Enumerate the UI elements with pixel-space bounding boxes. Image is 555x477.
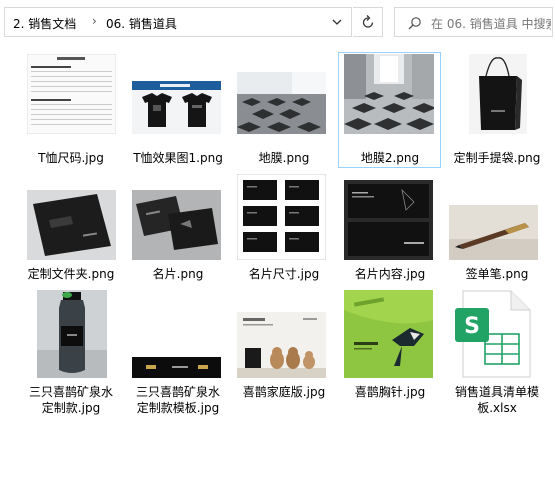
- breadcrumb-sales-props[interactable]: 06. 销售道具: [106, 15, 177, 32]
- business-card-thumbnail: [132, 190, 221, 260]
- file-name: 喜鹊家庭版.jpg: [242, 385, 326, 399]
- water-label-thumbnail: [132, 357, 221, 378]
- file-name: 地膜2.png: [360, 151, 420, 165]
- tshirt-mockup-thumbnail: [132, 81, 221, 134]
- magpie-pin-thumbnail: [344, 290, 433, 378]
- magpie-family-thumbnail: [237, 312, 326, 378]
- file-name: 三只喜鹊矿泉水 定制款.jpg: [16, 384, 126, 416]
- breadcrumb-sales-docs[interactable]: 2. 销售文档: [13, 15, 76, 32]
- floor-mat-thumbnail: [237, 72, 326, 134]
- file-name: 喜鹊胸针.jpg: [354, 385, 426, 399]
- handbag-thumbnail: [469, 54, 527, 134]
- file-name-line1: 销售道具清单模: [454, 385, 539, 399]
- file-name-line2: 板.xlsx: [477, 401, 517, 415]
- folder-thumbnail: [27, 190, 116, 260]
- tshirt-size-thumbnail: [27, 54, 116, 134]
- file-name: T恤尺码.jpg: [38, 151, 104, 165]
- file-name: 销售道具清单模 板.xlsx: [442, 384, 552, 416]
- file-name-line1: 三只喜鹊矿泉水: [135, 385, 220, 399]
- file-name-line2: 定制款模板.jpg: [136, 401, 220, 415]
- chevron-down-icon[interactable]: [330, 15, 344, 29]
- card-size-thumbnail: [237, 174, 326, 260]
- file-name: 地膜.png: [258, 151, 310, 165]
- address-bar[interactable]: 2. 销售文档 › 06. 销售道具: [4, 7, 352, 37]
- file-name: 名片尺寸.jpg: [248, 267, 320, 281]
- search-input[interactable]: 在 06. 销售道具 中搜索: [431, 15, 551, 32]
- refresh-icon: [362, 15, 374, 28]
- file-name: 名片.png: [152, 267, 204, 281]
- file-name: 名片内容.jpg: [354, 267, 426, 281]
- floor-mat-2-thumbnail: [344, 54, 434, 134]
- file-name: 定制手提袋.png: [453, 151, 541, 165]
- file-name-line2: 定制款.jpg: [41, 401, 101, 415]
- excel-file-icon: S: [455, 290, 531, 378]
- pen-thumbnail: [449, 205, 538, 260]
- navigation-bar: 2. 销售文档 › 06. 销售道具 在 06. 销售道具 中搜索: [0, 0, 555, 44]
- card-content-thumbnail: [344, 180, 433, 260]
- file-grid: T恤尺码.jpg T恤效果图1.png 地膜.png 地膜2.png 定制手提袋…: [0, 44, 555, 477]
- svg-text:S: S: [464, 314, 480, 339]
- refresh-button[interactable]: [353, 7, 383, 37]
- file-name-line1: 三只喜鹊矿泉水: [28, 385, 113, 399]
- search-icon: [408, 17, 421, 30]
- file-name: 定制文件夹.png: [27, 267, 115, 281]
- search-box[interactable]: 在 06. 销售道具 中搜索: [394, 7, 553, 37]
- file-name: 签单笔.png: [465, 267, 529, 281]
- water-bottle-thumbnail: [37, 290, 107, 378]
- file-name: 三只喜鹊矿泉水 定制款模板.jpg: [123, 384, 233, 416]
- file-name: T恤效果图1.png: [133, 151, 223, 165]
- breadcrumb-chevron-icon[interactable]: ›: [92, 14, 97, 28]
